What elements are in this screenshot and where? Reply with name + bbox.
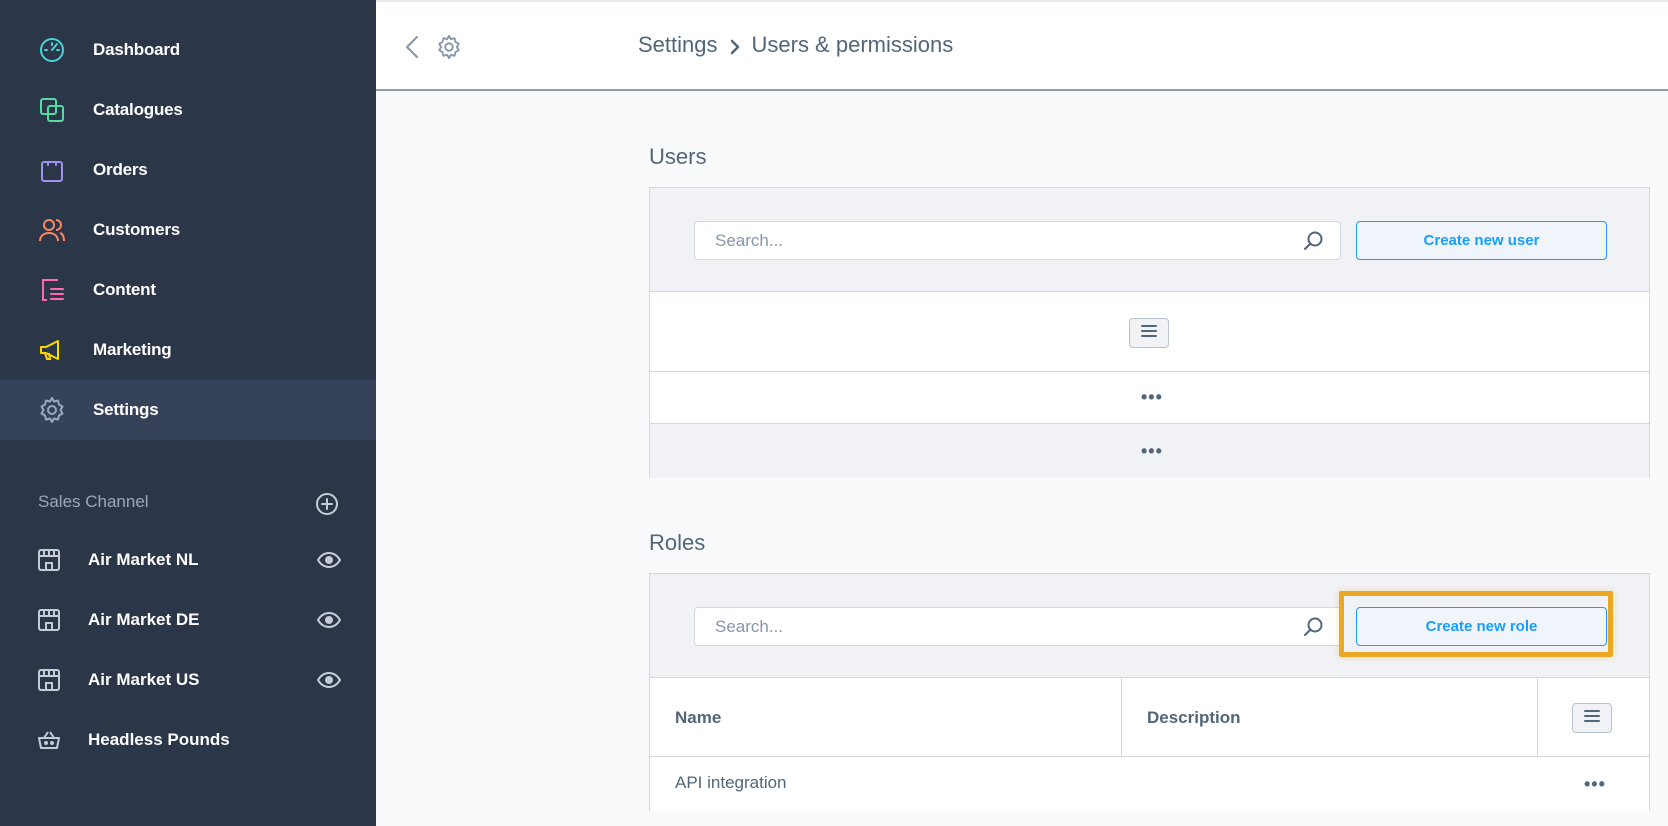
sales-channel-title: Sales Channel (38, 492, 149, 511)
users-toolbar: Create new user (650, 188, 1649, 292)
eye-icon[interactable] (316, 671, 342, 689)
nav-item-catalogues[interactable]: Catalogues (0, 80, 376, 140)
page-header: Settings Users & permissions (376, 0, 1668, 91)
roles-search-box (694, 607, 1341, 646)
chevron-right-icon (728, 36, 742, 55)
nav-label: Catalogues (93, 100, 183, 119)
sidebar: Dashboard Catalogues Orders Customers Co… (0, 0, 376, 826)
column-header-description[interactable]: Description (1147, 708, 1241, 728)
dashboard-gauge-icon (38, 36, 66, 64)
nav-item-customers[interactable]: Customers (0, 200, 376, 260)
nav-item-orders[interactable]: Orders (0, 140, 376, 200)
roles-section-title: Roles (649, 530, 706, 555)
breadcrumb-item-settings[interactable]: Settings (638, 32, 718, 58)
nav-label: Settings (93, 400, 159, 419)
sales-channel-label: Air Market NL (88, 550, 199, 569)
row-actions-button[interactable]: ••• (1141, 388, 1163, 406)
users-search-box (694, 221, 1341, 260)
search-icon[interactable] (1302, 616, 1324, 638)
menu-lines-icon (1140, 323, 1158, 344)
table-row: ••• (650, 371, 1649, 423)
nav-item-dashboard[interactable]: Dashboard (0, 20, 376, 80)
nav-item-settings[interactable]: Settings (0, 380, 376, 440)
users-card: Create new user ••• ••• (649, 187, 1650, 478)
sales-channel-item[interactable]: Air Market US (0, 650, 376, 710)
settings-gear-icon (436, 34, 462, 60)
settings-gear-icon (38, 396, 66, 424)
users-section-title: Users (649, 144, 707, 169)
create-new-user-button[interactable]: Create new user (1356, 221, 1607, 260)
breadcrumb-item-current: Users & permissions (751, 32, 954, 57)
sales-channel-item[interactable]: Headless Pounds (0, 710, 376, 770)
nav-label: Marketing (93, 340, 172, 359)
storefront-icon (36, 547, 62, 573)
content-icon (38, 276, 66, 304)
sales-channel-label: Air Market US (88, 670, 200, 689)
sales-channel-label: Headless Pounds (88, 730, 230, 749)
basket-icon (36, 727, 62, 753)
menu-lines-icon (1583, 708, 1601, 729)
row-actions-button[interactable]: ••• (1141, 442, 1163, 460)
sales-channel-item[interactable]: Air Market DE (0, 590, 376, 650)
users-search-input[interactable] (715, 222, 1275, 259)
nav-item-marketing[interactable]: Marketing (0, 320, 376, 380)
eye-icon[interactable] (316, 611, 342, 629)
grid-settings-button[interactable] (1129, 318, 1169, 348)
highlight-frame (1339, 591, 1613, 657)
back-chevron-icon[interactable] (400, 32, 426, 62)
nav-label: Content (93, 280, 156, 299)
customers-icon (38, 216, 66, 244)
sales-channel-item[interactable]: Air Market NL (0, 530, 376, 590)
row-actions-button[interactable]: ••• (1584, 775, 1606, 793)
search-icon[interactable] (1302, 230, 1324, 252)
sales-channel-label: Air Market DE (88, 610, 200, 629)
storefront-icon (36, 667, 62, 693)
nav-label: Customers (93, 220, 181, 239)
nav-item-content[interactable]: Content (0, 260, 376, 320)
add-sales-channel-icon[interactable] (315, 492, 339, 516)
storefront-icon (36, 607, 62, 633)
role-name-cell[interactable]: API integration (675, 773, 787, 793)
catalogues-icon (38, 96, 66, 124)
eye-icon[interactable] (316, 551, 342, 569)
roles-search-input[interactable] (715, 608, 1275, 645)
orders-bag-icon (38, 156, 66, 184)
marketing-megaphone-icon (38, 336, 66, 364)
nav-label: Orders (93, 160, 148, 179)
table-row: ••• (650, 423, 1649, 478)
breadcrumb: Settings Users & permissions (638, 32, 953, 58)
table-row: API integration ••• (650, 756, 1649, 812)
grid-settings-button[interactable] (1572, 703, 1612, 733)
column-header-name[interactable]: Name (675, 708, 721, 728)
nav-label: Dashboard (93, 40, 180, 59)
